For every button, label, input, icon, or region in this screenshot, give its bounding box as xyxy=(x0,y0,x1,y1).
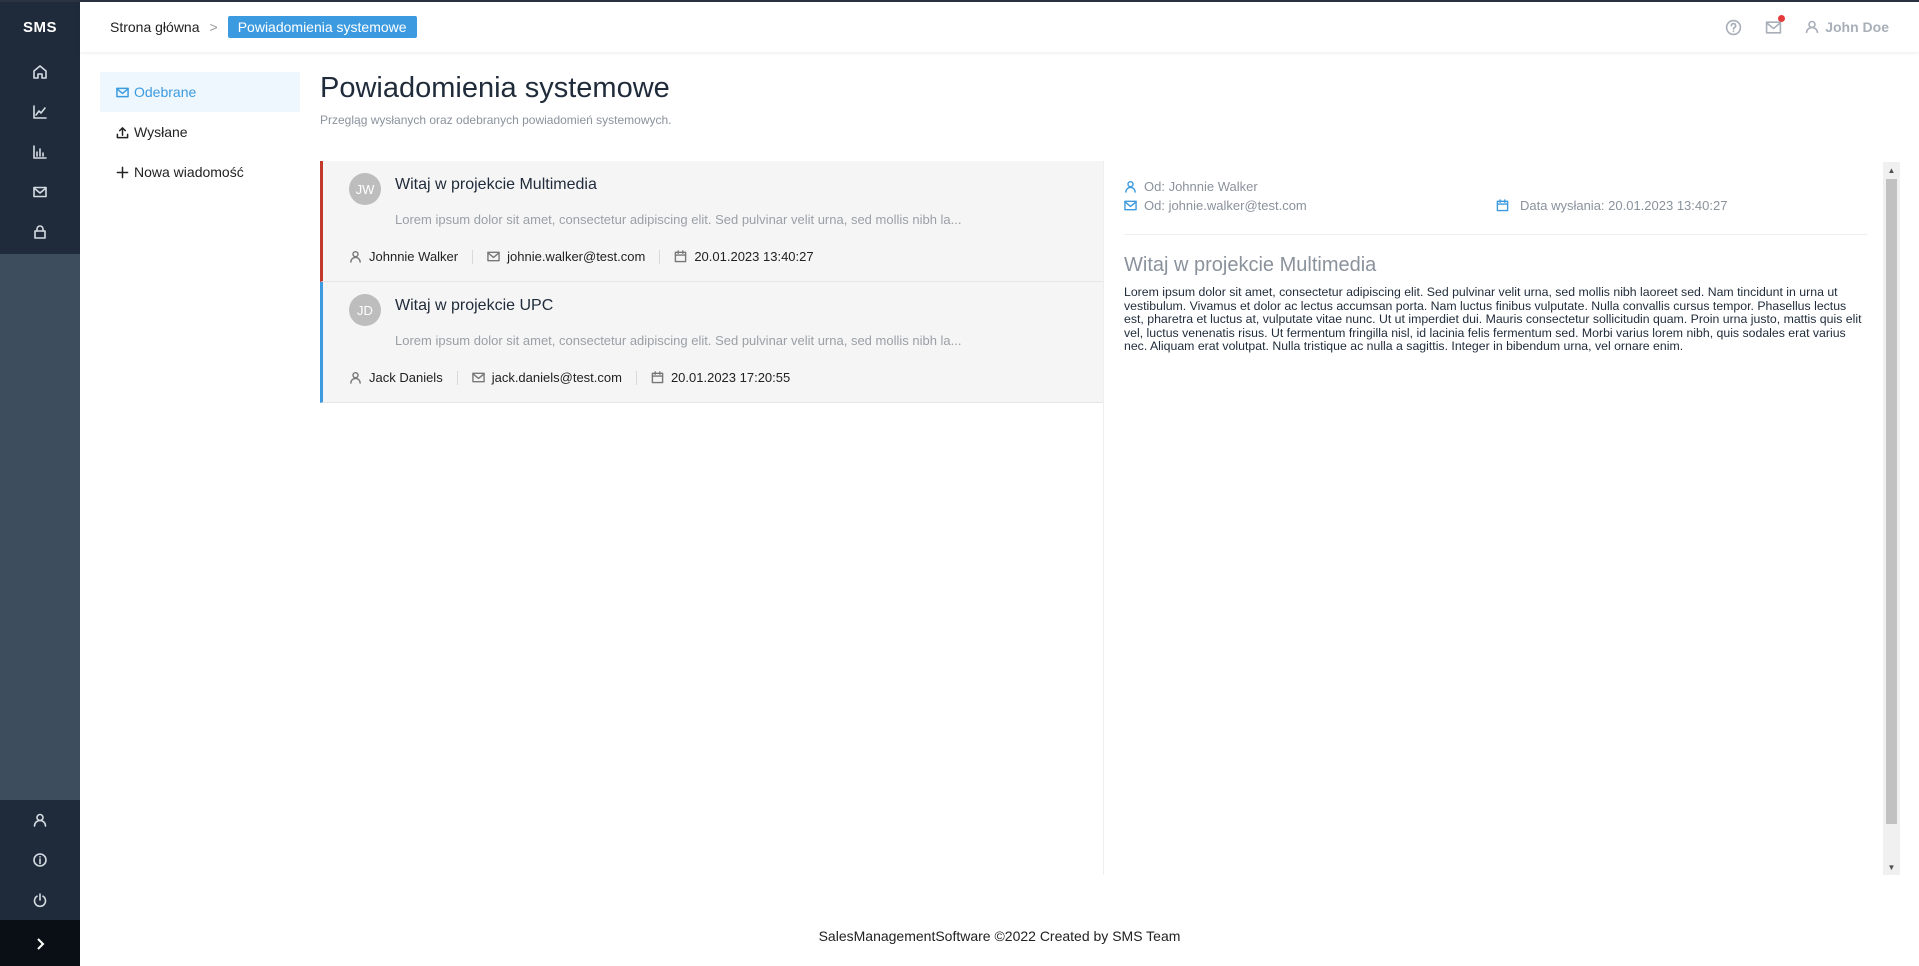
message-date: 20.01.2023 13:40:27 xyxy=(674,249,814,264)
detail-from-email: Od: johnie.walker@test.com xyxy=(1124,198,1307,213)
message-title: Witaj w projekcie Multimedia xyxy=(395,176,597,193)
chevron-right-icon xyxy=(37,938,45,950)
plus-icon xyxy=(116,166,129,178)
message-meta: Jack Daniels jack.daniels@test.com 20.01… xyxy=(349,370,790,385)
detail-title: Witaj w projekcie Multimedia xyxy=(1124,254,1377,276)
sidebar-item-logout[interactable] xyxy=(0,880,80,920)
line-chart-icon xyxy=(33,105,47,119)
author-name: Johnnie Walker xyxy=(369,249,459,264)
upload-icon xyxy=(116,126,129,138)
info-icon xyxy=(33,853,47,867)
detail-divider xyxy=(1124,234,1867,235)
detail-email-text: Od: johnie.walker@test.com xyxy=(1144,198,1307,213)
mail-icon xyxy=(487,251,500,262)
message-preview: Lorem ipsum dolor sit amet, consectetur … xyxy=(395,333,962,348)
message-detail: Od: Johnnie Walker Od: johnie.walker@tes… xyxy=(1103,161,1883,875)
message-preview: Lorem ipsum dolor sit amet, consectetur … xyxy=(395,212,962,227)
breadcrumb-current: Powiadomienia systemowe xyxy=(227,16,417,38)
message-author: Johnnie Walker xyxy=(349,249,458,264)
detail-sent-date: Data wysłania: 20.01.2023 13:40:27 xyxy=(1496,198,1727,213)
detail-date-text: Data wysłania: 20.01.2023 13:40:27 xyxy=(1520,198,1728,213)
detail-from-text: Od: Johnnie Walker xyxy=(1144,179,1258,194)
sent-date: 20.01.2023 13:40:27 xyxy=(694,249,814,264)
message-date: 20.01.2023 17:20:55 xyxy=(651,370,790,385)
sidebar-item-messages[interactable] xyxy=(0,172,80,212)
footer: SalesManagementSoftware ©2022 Created by… xyxy=(818,928,1181,944)
user-name: John Doe xyxy=(1825,19,1889,35)
author-email: johnie.walker@test.com xyxy=(507,249,646,264)
detail-scrollbar[interactable]: ▲ ▼ xyxy=(1883,162,1900,875)
help-icon xyxy=(1725,19,1741,35)
help-button[interactable] xyxy=(1724,18,1742,36)
sidebar-top: SMS xyxy=(0,2,80,254)
author-name: Jack Daniels xyxy=(369,370,443,385)
meta-divider xyxy=(456,370,458,385)
breadcrumb-separator: > xyxy=(209,19,218,35)
sidebar-item-security[interactable] xyxy=(0,212,80,252)
message-list: JW Witaj w projekcie Multimedia Lorem ip… xyxy=(320,161,1103,403)
page-title: Powiadomienia systemowe xyxy=(320,72,670,104)
avatar: JD xyxy=(349,294,381,326)
sidebar-item-bar-chart[interactable] xyxy=(0,132,80,172)
list-item[interactable]: JD Witaj w projekcie UPC Lorem ipsum dol… xyxy=(320,282,1103,403)
user-icon xyxy=(1125,180,1136,193)
message-meta: Johnnie Walker johnie.walker@test.com 20… xyxy=(349,249,814,264)
calendar-icon xyxy=(1496,199,1509,212)
user-icon xyxy=(350,371,361,384)
sidebar-item-line-chart[interactable] xyxy=(0,92,80,132)
scroll-up-icon[interactable]: ▲ xyxy=(1883,163,1900,177)
submenu-item-received[interactable]: Odebrane xyxy=(100,72,300,112)
detail-body: Lorem ipsum dolor sit amet, consectetur … xyxy=(1124,285,1862,353)
scroll-down-icon[interactable]: ▼ xyxy=(1883,860,1900,874)
inbox-icon xyxy=(116,87,129,97)
bar-chart-icon xyxy=(33,145,47,159)
sent-date: 20.01.2023 17:20:55 xyxy=(670,370,791,385)
mail-icon xyxy=(471,372,485,383)
message-title: Witaj w projekcie UPC xyxy=(395,297,554,314)
sidebar-collapse-button[interactable] xyxy=(0,920,80,966)
submenu-item-label: Odebrane xyxy=(134,84,197,100)
lock-icon xyxy=(34,225,46,239)
sidebar-item-home[interactable] xyxy=(0,52,80,92)
user-icon xyxy=(350,250,361,263)
mail-icon xyxy=(1124,200,1137,211)
submenu-item-sent[interactable]: Wysłane xyxy=(100,112,300,152)
notification-badge xyxy=(1778,15,1786,22)
notifications-button[interactable] xyxy=(1764,15,1786,36)
header-actions: John Doe xyxy=(1724,15,1889,36)
app-logo[interactable]: SMS xyxy=(0,2,80,52)
message-email: jack.daniels@test.com xyxy=(471,370,622,385)
notifications-submenu: Odebrane Wysłane Nowa wiadomość xyxy=(100,72,300,192)
breadcrumb: Strona główna > Powiadomienia systemowe xyxy=(110,16,417,38)
detail-from: Od: Johnnie Walker xyxy=(1124,179,1258,194)
avatar: JW xyxy=(349,173,381,205)
calendar-icon xyxy=(651,371,664,384)
user-icon xyxy=(1805,20,1819,34)
user-icon xyxy=(33,813,47,827)
meta-divider xyxy=(472,249,474,264)
message-email: johnie.walker@test.com xyxy=(487,249,645,264)
message-author: Jack Daniels xyxy=(349,370,443,385)
top-header: Strona główna > Powiadomienia systemowe … xyxy=(80,2,1919,52)
calendar-icon xyxy=(675,250,687,263)
user-menu[interactable]: John Doe xyxy=(1804,19,1889,35)
scrollbar-thumb[interactable] xyxy=(1886,179,1897,824)
submenu-item-label: Nowa wiadomość xyxy=(134,164,244,180)
sidebar-item-profile[interactable] xyxy=(0,800,80,840)
submenu-item-new-message[interactable]: Nowa wiadomość xyxy=(100,152,300,192)
home-icon xyxy=(33,65,47,79)
sidebar-item-info[interactable] xyxy=(0,840,80,880)
list-item[interactable]: JW Witaj w projekcie Multimedia Lorem ip… xyxy=(320,161,1103,282)
meta-divider xyxy=(635,370,637,385)
page-subtitle: Przegląg wysłanych oraz odebranych powia… xyxy=(320,113,672,127)
sidebar-bottom xyxy=(0,800,80,920)
breadcrumb-home[interactable]: Strona główna xyxy=(110,19,200,35)
power-icon xyxy=(33,893,47,908)
submenu-item-label: Wysłane xyxy=(134,124,188,140)
author-email: jack.daniels@test.com xyxy=(491,370,622,385)
mail-icon xyxy=(33,186,47,198)
meta-divider xyxy=(659,249,661,264)
main-sidebar: SMS xyxy=(0,2,80,966)
